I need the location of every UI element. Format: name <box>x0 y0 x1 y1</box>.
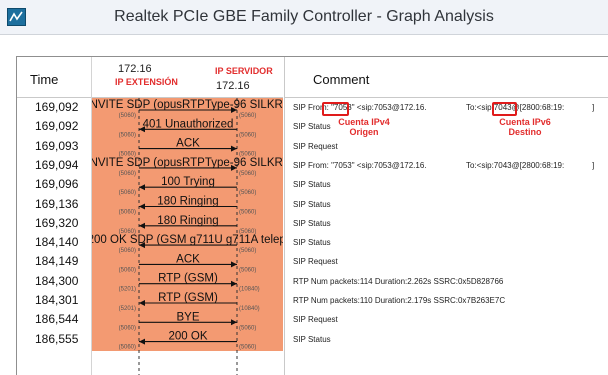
destination-port-label: (10840) <box>239 306 260 312</box>
flow-message-label: 200 OK <box>169 331 208 343</box>
time-cell[interactable]: 169,093 <box>35 139 78 153</box>
graph-analysis-window: Realtek PCIe GBE Family Controller - Gra… <box>0 0 608 375</box>
comment-cell[interactable]: SIP Request <box>293 315 338 324</box>
time-cell[interactable]: 169,096 <box>35 177 78 191</box>
comment-cell[interactable]: SIP Status <box>293 219 331 228</box>
destination-port-label: (5060) <box>239 190 256 196</box>
time-cell[interactable]: 169,092 <box>35 119 78 133</box>
comment-cell[interactable]: SIP From: "7053" <sip:7053@172.16. <box>293 103 427 112</box>
flow-message-label: RTP (GSM) <box>158 292 218 304</box>
flow-message-label: INVITE SDP (opusRTPType-96 SILKRT <box>92 157 283 169</box>
time-cell[interactable]: 186,544 <box>35 312 78 326</box>
flow-message-label: 100 Trying <box>161 176 215 188</box>
source-port-label: (5060) <box>119 325 136 331</box>
time-cell[interactable]: 169,320 <box>35 216 78 230</box>
flow-message-label: ACK <box>176 138 200 150</box>
graph-panel: Time 169,092 169,092 169,093 169,094 169,096… <box>16 56 608 375</box>
comment-cell[interactable]: SIP Status <box>293 122 331 131</box>
time-cell[interactable]: 184,301 <box>35 293 78 307</box>
comment-truncation-bracket: ] <box>592 103 595 112</box>
destination-account-annotation: Cuenta IPv6 Destino <box>499 117 551 137</box>
destination-port-label: (5060) <box>239 132 256 138</box>
endpoint-a-annotation: IP EXTENSIÓN <box>115 77 178 87</box>
origin-account-highlight <box>322 102 349 116</box>
destination-port-label: (5060) <box>239 171 256 177</box>
time-cell[interactable]: 186,555 <box>35 332 78 346</box>
time-cell[interactable]: 169,094 <box>35 158 78 172</box>
source-port-label: (5060) <box>119 113 136 119</box>
time-cell[interactable]: 169,136 <box>35 197 78 211</box>
comment-cell[interactable]: SIP Request <box>293 142 338 151</box>
endpoint-b-ip: 172.16. <box>216 80 253 92</box>
endpoint-a-ip: 172.16. <box>118 63 155 75</box>
comment-cell[interactable]: RTP Num packets:114 Duration:2.262s SSRC… <box>293 277 503 286</box>
flow-graph-canvas: INVITE SDP (opusRTPType-96 SILKRT (5060) (… <box>92 98 283 375</box>
flow-message-label: 180 Ringing <box>157 196 218 208</box>
flow-message-label: 200 OK SDP (GSM g711U g711A telepl <box>92 234 283 246</box>
source-port-label: (5060) <box>119 171 136 177</box>
flow-message-label: ACK <box>176 253 200 265</box>
source-port-label: (5201) <box>119 306 136 312</box>
destination-port-label: (5060) <box>239 345 256 351</box>
comment-cell[interactable]: SIP Status <box>293 200 331 209</box>
window-title: Realtek PCIe GBE Family Controller - Gra… <box>114 8 494 25</box>
comment-cell[interactable]: SIP Status <box>293 238 331 247</box>
redaction-mask <box>250 80 272 91</box>
flow-graph-body: INVITE SDP (opusRTPType-96 SILKRT (5060) (… <box>92 98 283 375</box>
destination-port-label: (5060) <box>239 113 256 119</box>
comment-cell[interactable]: SIP Status <box>293 180 331 189</box>
time-cell[interactable]: 169,092 <box>35 100 78 114</box>
comment-column: Comment SIP From: "7053" <sip:7053@172.1… <box>284 57 608 375</box>
source-port-label: (5060) <box>119 210 136 216</box>
time-column: Time 169,092 169,092 169,093 169,094 169,096… <box>17 57 92 375</box>
destination-port-label: (5060) <box>239 248 256 254</box>
time-column-header[interactable]: Time <box>17 57 91 98</box>
destination-port-label: (10840) <box>239 287 260 293</box>
time-header-label: Time <box>30 72 59 87</box>
time-cell[interactable]: 184,149 <box>35 254 78 268</box>
time-cell[interactable]: 184,140 <box>35 235 78 249</box>
comment-cell[interactable]: SIP From: "7053" <sip:7053@172.16. <box>293 161 427 170</box>
flow-message-label: 401 Unauthorized <box>143 118 234 130</box>
comment-header-label: Comment <box>313 72 370 87</box>
flow-message-label: INVITE SDP (opusRTPType-96 SILKRT <box>92 99 283 111</box>
endpoint-b-annotation: IP SERVIDOR <box>215 66 273 76</box>
flow-graph-header: 172.16. IP EXTENSIÓN IP SERVIDOR 172.16. <box>92 57 283 98</box>
origin-account-annotation: Cuenta IPv4 Origen <box>338 117 390 137</box>
flow-message-label: 180 Ringing <box>157 215 218 227</box>
source-port-label: (5060) <box>119 132 136 138</box>
source-port-label: (5060) <box>119 267 136 273</box>
source-port-label: (5060) <box>119 248 136 254</box>
comment-cell[interactable]: SIP Request <box>293 257 338 266</box>
flow-graph-column: 172.16. IP EXTENSIÓN IP SERVIDOR 172.16.… <box>92 57 283 375</box>
comment-column-header[interactable]: Comment <box>285 57 608 98</box>
title-bar: Realtek PCIe GBE Family Controller - Gra… <box>0 0 608 35</box>
flow-message-label: BYE <box>176 311 199 323</box>
destination-port-label: (5060) <box>239 210 256 216</box>
destination-port-label: (5060) <box>239 325 256 331</box>
destination-account-highlight <box>492 102 517 116</box>
comment-truncation-bracket: ] <box>592 160 595 170</box>
comment-to-field: To:<sip:7043@[2800:68:19: <box>466 160 565 170</box>
source-port-label: (5060) <box>119 345 136 351</box>
redaction-mask <box>151 63 191 74</box>
flow-message-label: RTP (GSM) <box>158 273 218 285</box>
destination-port-label: (5060) <box>239 267 256 273</box>
comment-cell[interactable]: SIP Status <box>293 335 331 344</box>
comment-cell[interactable]: RTP Num packets:110 Duration:2.179s SSRC… <box>293 296 505 305</box>
time-cell[interactable]: 184,300 <box>35 274 78 288</box>
source-port-label: (5060) <box>119 190 136 196</box>
source-port-label: (5201) <box>119 287 136 293</box>
